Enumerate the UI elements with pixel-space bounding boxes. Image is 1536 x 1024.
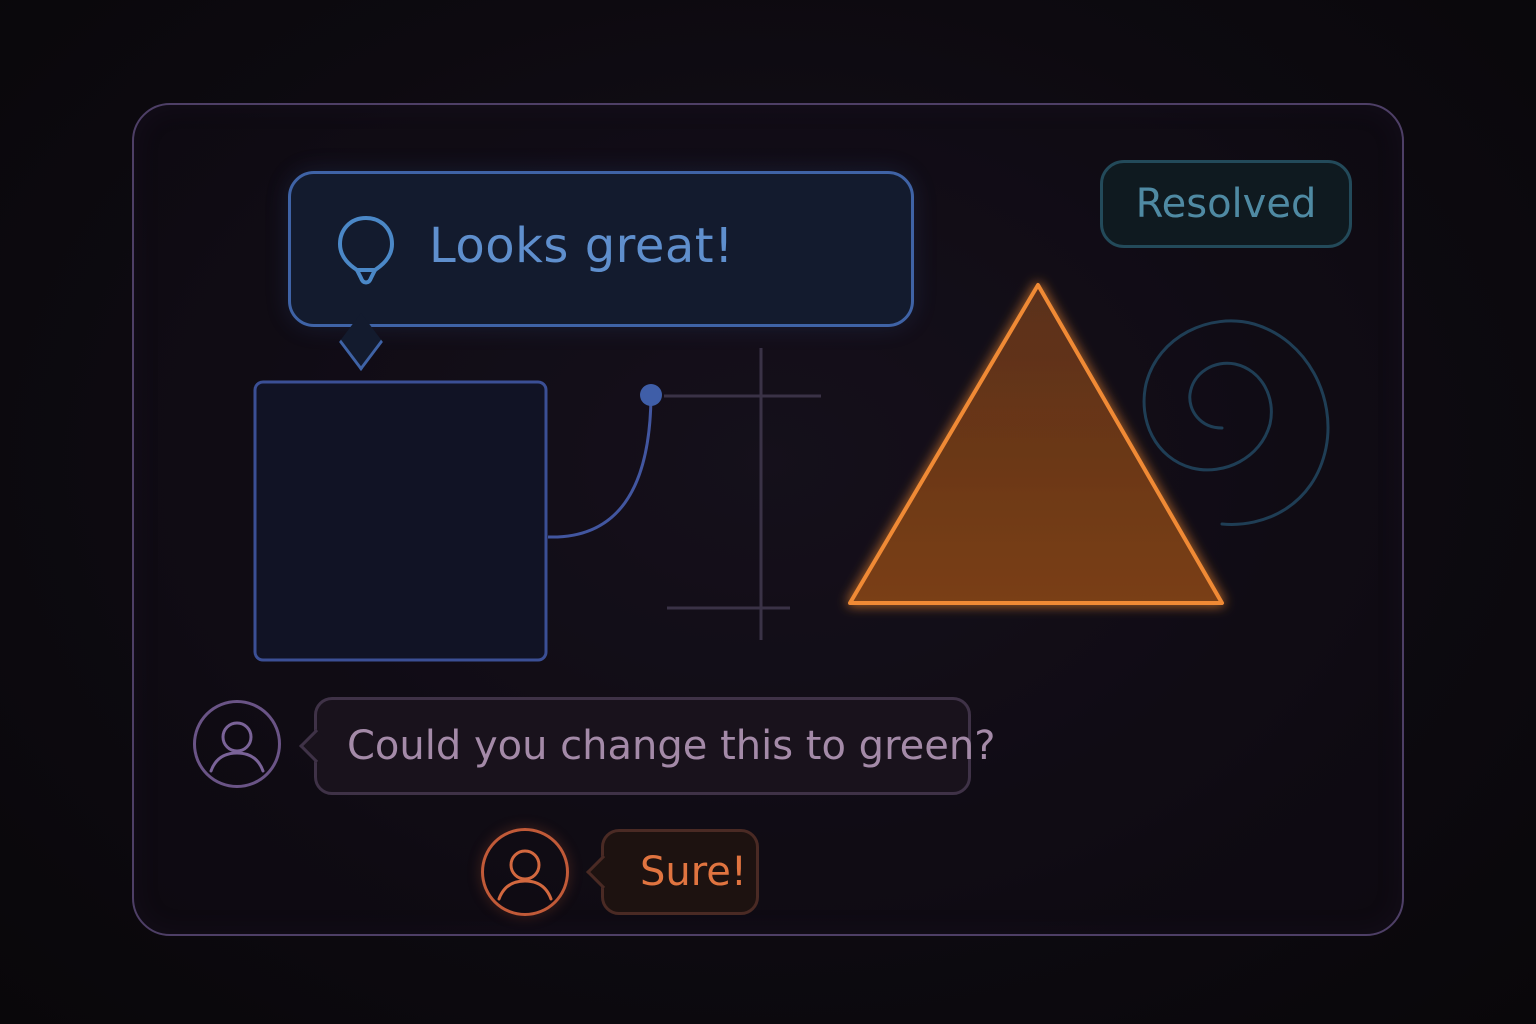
comment-bubble[interactable]: Looks great! — [288, 171, 914, 372]
user-icon — [209, 721, 265, 773]
reply-message-text: Sure! — [640, 849, 747, 895]
resolved-badge[interactable]: Resolved — [1100, 160, 1352, 248]
comment-message[interactable]: Could you change this to green? — [299, 697, 995, 795]
pin-icon — [338, 216, 394, 285]
avatar[interactable] — [193, 700, 281, 788]
comment-text: Looks great! — [429, 218, 734, 274]
reply-message[interactable]: Sure! — [586, 829, 759, 915]
canvas-stage: Looks great! Resolved Could you change t… — [0, 0, 1536, 1024]
comment-message-text: Could you change this to green? — [347, 723, 996, 769]
user-icon — [497, 849, 553, 901]
avatar[interactable] — [481, 828, 569, 916]
